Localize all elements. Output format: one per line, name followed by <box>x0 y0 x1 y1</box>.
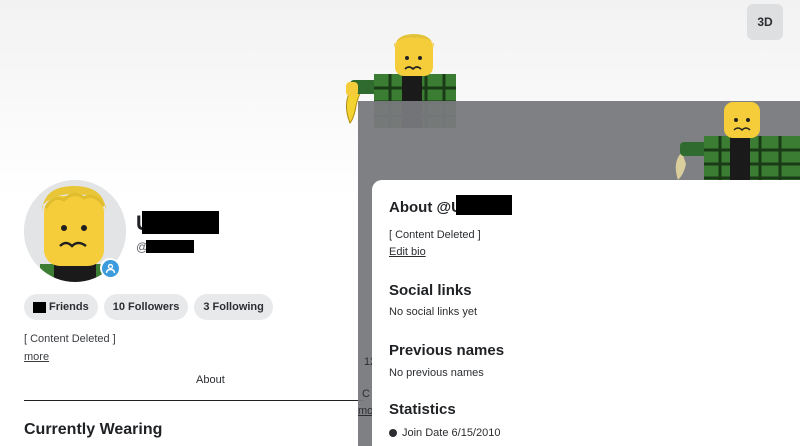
about-modal: About @U n [ Content Deleted ] Edit bio … <box>372 180 800 446</box>
peek-text-c: C <box>362 388 370 400</box>
following-button[interactable]: 3 Following <box>194 294 273 320</box>
view-3d-button[interactable]: 3D <box>747 4 783 40</box>
join-date-stat: Join Date 6/15/2010 <box>389 427 500 439</box>
followers-button[interactable]: 10 Followers <box>103 294 189 320</box>
more-link[interactable]: more <box>24 351 49 363</box>
user-icon <box>105 263 115 273</box>
currently-wearing-heading: Currently Wearing <box>24 421 163 438</box>
redaction-block <box>142 211 219 234</box>
social-links-empty-text: No social links yet <box>389 306 478 318</box>
peek-text-mo: mo <box>358 405 374 417</box>
modal-bio-text: [ Content Deleted ] <box>389 229 481 241</box>
previous-names-empty-text: No previous names <box>389 367 484 379</box>
avatar-3d-figure-dimmed <box>675 102 800 188</box>
redaction-block <box>146 240 194 253</box>
connection-pills: Friends 10 Followers 3 Following <box>24 294 273 320</box>
redaction-block <box>33 301 46 313</box>
presence-badge <box>100 258 120 278</box>
redaction-block <box>456 195 512 215</box>
statistics-heading: Statistics <box>389 401 456 418</box>
social-links-heading: Social links <box>389 282 472 299</box>
previous-names-heading: Previous names <box>389 342 505 359</box>
tab-about[interactable]: About <box>196 374 225 386</box>
join-date-text: Join Date 6/15/2010 <box>402 427 501 439</box>
calendar-icon <box>389 429 397 437</box>
edit-bio-link[interactable]: Edit bio <box>389 246 426 258</box>
tab-underline <box>24 400 364 401</box>
friends-button[interactable]: Friends <box>24 294 98 320</box>
bio-text: [ Content Deleted ] <box>24 333 116 345</box>
friends-label: Friends <box>49 301 89 313</box>
